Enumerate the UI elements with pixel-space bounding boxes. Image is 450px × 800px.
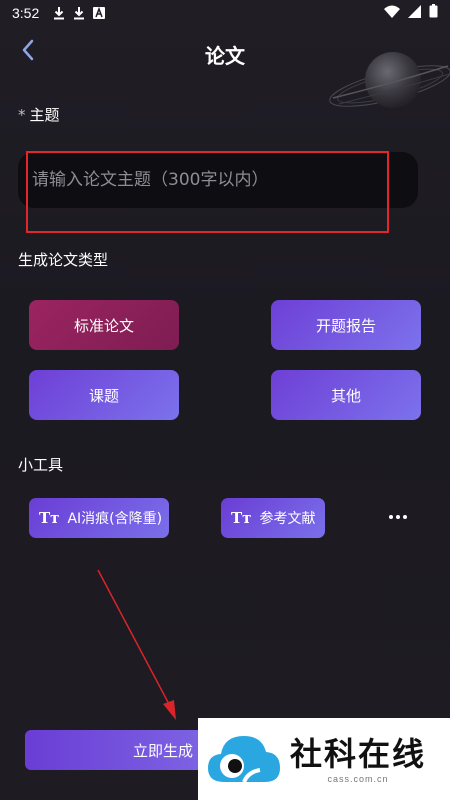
more-horizontal-icon[interactable] — [386, 505, 410, 529]
signal-icon — [408, 4, 421, 22]
status-time: 3:52 — [12, 5, 40, 21]
type-standard-paper-button[interactable]: 标准论文 — [29, 300, 179, 350]
battery-icon — [429, 4, 438, 22]
generate-now-button[interactable]: 立即生成 — [25, 730, 205, 770]
type-proposal-report-button[interactable]: 开题报告 — [271, 300, 421, 350]
watermark: 社科在线 cass.com.cn — [198, 718, 450, 800]
topic-input-container — [18, 152, 418, 208]
topic-label-text: 主题 — [29, 106, 60, 124]
watermark-url: cass.com.cn — [327, 774, 389, 784]
topic-input[interactable] — [32, 152, 402, 208]
ai-trace-removal-button[interactable]: Tт AI消痕(含降重) — [29, 498, 169, 538]
status-bar: 3:52 — [0, 0, 450, 26]
references-label: 参考文献 — [259, 511, 316, 527]
wifi-icon — [384, 5, 400, 22]
paper-type-label: 生成论文类型 — [18, 251, 109, 269]
download-icon — [73, 6, 85, 20]
ai-trace-removal-label: AI消痕(含降重) — [67, 511, 163, 527]
text-format-icon: Tт — [39, 509, 60, 527]
watermark-title: 社科在线 — [290, 735, 427, 773]
text-format-icon: Tт — [231, 509, 252, 527]
required-mark: * — [18, 106, 26, 124]
watermark-logo-icon — [208, 736, 280, 783]
type-other-button[interactable]: 其他 — [271, 370, 421, 420]
topic-label: * 主题 — [18, 104, 60, 125]
download-icon — [53, 6, 65, 20]
planet-icon — [329, 52, 450, 108]
type-topic-button[interactable]: 课题 — [29, 370, 179, 420]
font-app-icon — [93, 6, 106, 20]
references-button[interactable]: Tт 参考文献 — [221, 498, 325, 538]
tools-label: 小工具 — [18, 456, 64, 474]
